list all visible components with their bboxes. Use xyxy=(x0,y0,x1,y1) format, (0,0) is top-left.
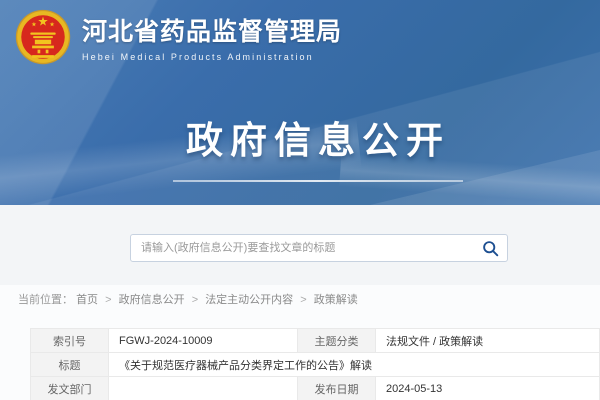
index-number-label: 索引号 xyxy=(31,329,109,353)
search-button[interactable] xyxy=(473,235,507,261)
publish-date-value: 2024-05-13 xyxy=(376,377,600,400)
search-icon xyxy=(482,240,499,257)
banner: 河北省药品监督管理局 Hebei Medical Products Admini… xyxy=(0,0,600,205)
index-number-value: FGWJ-2024-10009 xyxy=(109,329,298,353)
issuing-department-label: 发文部门 xyxy=(31,377,109,400)
issuing-department-value xyxy=(109,377,298,400)
subject-category-label: 主题分类 xyxy=(298,329,376,353)
page-title: 政府信息公开 xyxy=(186,110,450,164)
title-label: 标题 xyxy=(31,353,109,377)
header-home-link[interactable]: 河北省药品监督管理局 Hebei Medical Products Admini… xyxy=(14,8,342,66)
china-national-emblem-icon xyxy=(14,8,72,66)
publish-date-label: 发布日期 xyxy=(298,377,376,400)
content-section: 当前位置： 首页 > 政府信息公开 > 法定主动公开内容 > 政策解读 索引号 … xyxy=(0,285,600,400)
banner-underline xyxy=(173,180,463,182)
table-row: 发文部门 发布日期 2024-05-13 xyxy=(31,377,600,400)
breadcrumb-separator: > xyxy=(105,294,111,306)
search-box xyxy=(130,234,508,262)
breadcrumb-separator: > xyxy=(192,294,198,306)
breadcrumb-separator: > xyxy=(300,294,306,306)
breadcrumb-item-home[interactable]: 首页 xyxy=(76,294,98,306)
search-section xyxy=(0,205,600,285)
page: 河北省药品监督管理局 Hebei Medical Products Admini… xyxy=(0,0,600,400)
breadcrumb-label: 当前位置： xyxy=(18,294,73,306)
subject-category-value: 法规文件 / 政策解读 xyxy=(376,329,600,353)
document-info-table: 索引号 FGWJ-2024-10009 主题分类 法规文件 / 政策解读 标题 … xyxy=(30,328,600,400)
breadcrumb-item-info-disclosure[interactable]: 政府信息公开 xyxy=(119,294,185,306)
table-row: 标题 《关于规范医疗器械产品分类界定工作的公告》解读 xyxy=(31,353,600,377)
breadcrumb-item-statutory-content[interactable]: 法定主动公开内容 xyxy=(205,294,293,306)
table-row: 索引号 FGWJ-2024-10009 主题分类 法规文件 / 政策解读 xyxy=(31,329,600,353)
org-name-cn: 河北省药品监督管理局 xyxy=(82,12,342,48)
breadcrumb-item-policy-interpretation[interactable]: 政策解读 xyxy=(314,294,358,306)
breadcrumb: 当前位置： 首页 > 政府信息公开 > 法定主动公开内容 > 政策解读 xyxy=(18,291,358,307)
title-value: 《关于规范医疗器械产品分类界定工作的公告》解读 xyxy=(109,353,600,377)
search-input[interactable] xyxy=(131,235,473,261)
banner-title-wrap: 政府信息公开 xyxy=(18,110,600,182)
header-text: 河北省药品监督管理局 Hebei Medical Products Admini… xyxy=(82,12,342,62)
org-name-en: Hebei Medical Products Administration xyxy=(82,52,342,62)
